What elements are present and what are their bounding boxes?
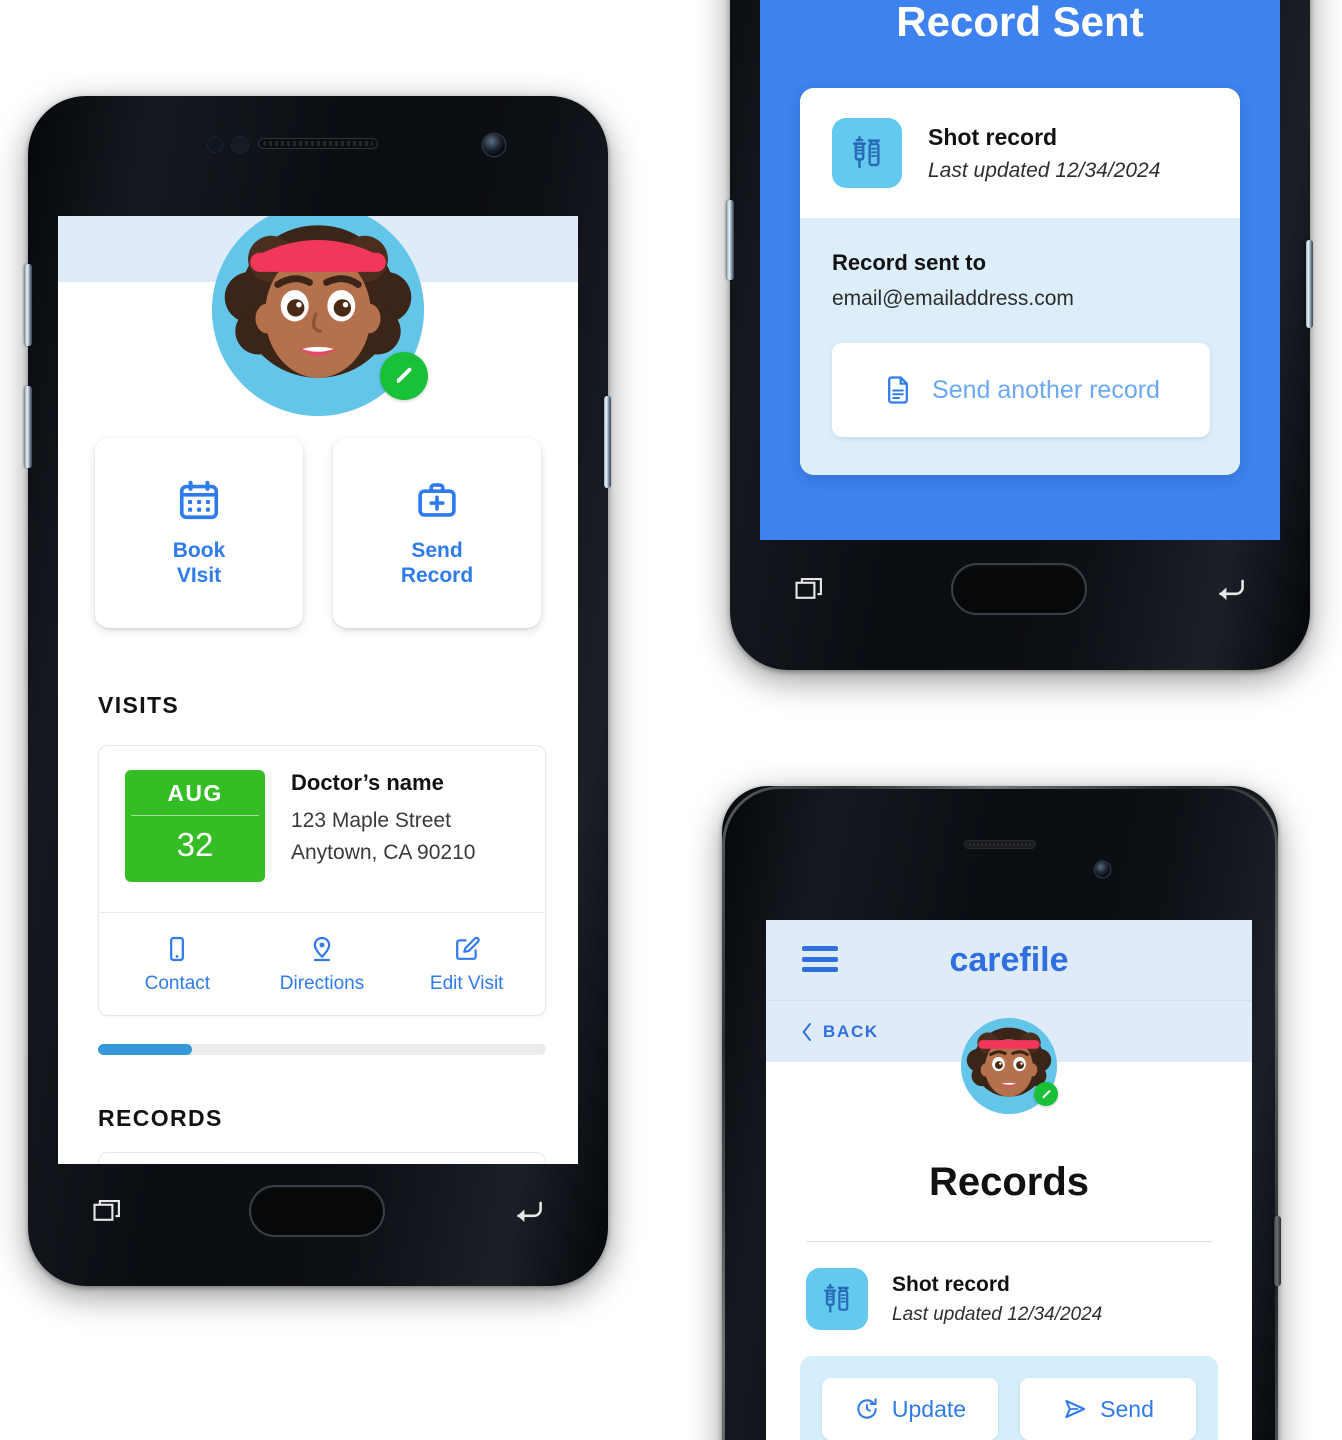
avatar[interactable] (212, 216, 428, 416)
edit-avatar-button[interactable] (380, 352, 428, 400)
contact-action[interactable]: Contact (105, 935, 250, 995)
book-visit-label-line1: Book (172, 539, 226, 563)
chevron-left-icon (802, 1022, 811, 1041)
pencil-icon-small (1042, 1089, 1051, 1098)
screenshot-root: Book VIsit Send Record VISITS AUG 32 Doc… (0, 0, 1342, 1440)
map-pin-icon (313, 936, 331, 962)
android-nav-bar-record-sent (730, 546, 1310, 632)
directions-action[interactable]: Directions (250, 935, 395, 995)
proximity-sensor (208, 138, 222, 152)
hamburger-menu-icon[interactable] (802, 946, 838, 972)
edit-avatar-button-small[interactable] (1034, 1082, 1058, 1106)
send-label: Send (1100, 1395, 1154, 1422)
earpiece-speaker-3 (964, 840, 1036, 849)
visit-doctor-name: Doctor’s name (291, 770, 444, 795)
edit-visit-label: Edit Visit (429, 973, 504, 994)
recents-square-icon[interactable] (90, 1194, 124, 1228)
power-key-2[interactable] (1306, 240, 1313, 328)
directions-label: Directions (279, 973, 365, 994)
visit-month: AUG (167, 780, 223, 806)
edit-visit-action[interactable]: Edit Visit (394, 935, 539, 995)
visit-address-line2: Anytown, CA 90210 (291, 840, 476, 864)
send-record-label-line2: Record (400, 564, 474, 587)
update-label: Update (891, 1395, 967, 1422)
document-icon (888, 376, 908, 404)
visit-date-chip: AUG 32 (125, 770, 265, 882)
record-type-icon-tile-2 (806, 1268, 868, 1330)
volume-down-key[interactable] (25, 386, 32, 468)
update-record-button[interactable]: Update (822, 1378, 998, 1440)
visits-carousel-scrollbar[interactable] (98, 1044, 546, 1055)
mobile-phone-icon (170, 936, 185, 962)
android-nav-bar-home (28, 1168, 608, 1254)
medical-bag-icon (418, 483, 456, 518)
phone-screen-home: Book VIsit Send Record VISITS AUG 32 Doc… (58, 216, 578, 1164)
records-page-title: Records (928, 1160, 1090, 1204)
sent-record-card: Shot record Last updated 12/34/2024 Reco… (800, 88, 1240, 475)
visit-address-line1: 123 Maple Street (291, 809, 451, 832)
home-pill-button-2[interactable] (950, 563, 1087, 615)
phone-device-record-sent: Record Sent Shot record Last updated 12/… (727, 0, 1313, 670)
back-button[interactable]: BACK (800, 1022, 879, 1042)
record-subtitle-2: Last updated 12/34/2024 (892, 1303, 1103, 1325)
record-title-2: Shot record (892, 1272, 1010, 1296)
send-record-tile[interactable]: Send Record (333, 438, 541, 628)
record-title: Shot record (928, 123, 1058, 150)
carefile-top-bar: carefile (766, 920, 1252, 1000)
back-arrow-icon[interactable] (510, 1193, 546, 1229)
visit-day: 32 (176, 826, 214, 863)
home-pill-button[interactable] (248, 1185, 385, 1237)
send-record-button[interactable]: Send (1020, 1378, 1196, 1440)
earpiece-speaker (258, 138, 378, 149)
front-camera (483, 134, 505, 156)
syringe-vial-icon (852, 136, 881, 169)
sent-to-email: email@emailaddress.com (832, 287, 1074, 310)
front-camera-3 (1095, 862, 1110, 877)
power-key[interactable] (604, 396, 611, 488)
carefile-logo: carefile (949, 940, 1069, 979)
visit-details: Doctor’s name 123 Maple Street Anytown, … (291, 770, 475, 882)
send-another-record-button[interactable]: Send another record (832, 343, 1210, 437)
calendar-icon (179, 480, 219, 520)
phone-device-carefile: carefile BACK Records Shot record Last u… (722, 786, 1281, 1440)
record-row[interactable]: Shot record Last updated 12/34/2024 (806, 1268, 1212, 1330)
recents-square-icon-2[interactable] (792, 572, 826, 606)
send-record-label-line1: Send (411, 539, 463, 563)
record-sent-title: Record Sent (896, 0, 1144, 45)
sent-to-label: Record sent to (832, 250, 987, 275)
visits-heading: VISITS (98, 692, 180, 718)
volume-up-key[interactable] (25, 264, 32, 346)
refresh-clock-icon (857, 1398, 877, 1419)
visit-card[interactable]: AUG 32 Doctor’s name 123 Maple Street An… (98, 745, 546, 1016)
phone-device-home: Book VIsit Send Record VISITS AUG 32 Doc… (25, 96, 611, 1286)
records-divider (806, 1241, 1212, 1242)
record-type-icon-tile (832, 118, 902, 188)
quick-action-tiles: Book VIsit Send Record (58, 438, 578, 628)
avatar-small[interactable] (961, 1018, 1058, 1114)
send-another-record-label: Send another record (932, 375, 1160, 404)
record-subtitle: Last updated 12/34/2024 (928, 158, 1161, 182)
power-key-3[interactable] (1274, 1216, 1281, 1286)
book-visit-label-line2: VIsit (176, 564, 222, 587)
records-heading: RECORDS (98, 1105, 223, 1131)
record-text-block: Shot record Last updated 12/34/2024 (928, 124, 1160, 183)
back-arrow-icon-2[interactable] (1212, 571, 1248, 607)
records-card-partial[interactable] (98, 1152, 546, 1164)
phone-screen-record-sent: Record Sent Shot record Last updated 12/… (760, 0, 1280, 540)
send-paper-plane-icon (1065, 1399, 1086, 1419)
phone-screen-carefile: carefile BACK Records Shot record Last u… (766, 920, 1252, 1440)
book-visit-tile[interactable]: Book VIsit (95, 438, 303, 628)
volume-up-key-2[interactable] (727, 200, 734, 280)
syringe-vial-icon-2 (824, 1283, 849, 1313)
contact-label: Contact (144, 973, 211, 994)
light-sensor (232, 137, 248, 153)
back-label: BACK (823, 1021, 879, 1041)
record-actions-bar: Update Send (800, 1356, 1218, 1440)
edit-square-icon (455, 936, 480, 960)
visits-carousel-scrollbar-thumb (98, 1044, 193, 1055)
pencil-icon (396, 367, 412, 383)
record-text-block-2: Shot record Last updated 12/34/2024 (892, 1273, 1102, 1326)
